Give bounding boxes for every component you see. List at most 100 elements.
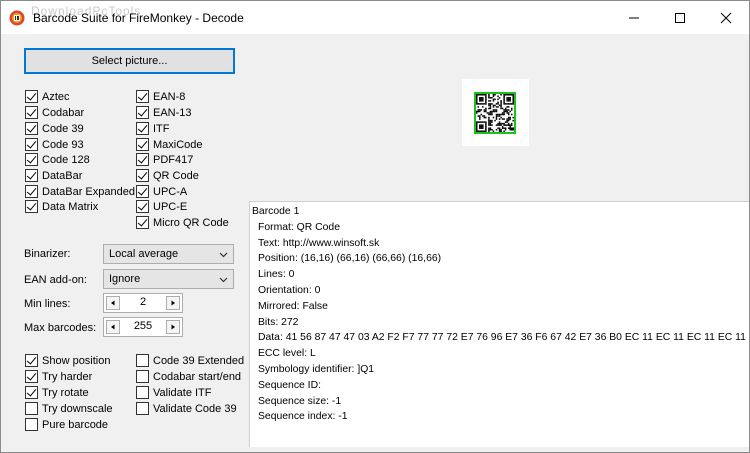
arrow-right-icon <box>171 300 175 306</box>
checkbox-box[interactable] <box>25 418 38 431</box>
checkbox-itf[interactable]: ITF <box>136 121 170 136</box>
app-window: DownloadPcTools Barcode Suite for FireMo… <box>0 0 750 453</box>
qr-module <box>510 122 513 125</box>
qr-module <box>500 106 502 108</box>
checkbox-codabar[interactable]: Codabar <box>25 105 84 120</box>
qr-module <box>498 127 501 129</box>
checkbox-box[interactable] <box>25 169 38 182</box>
checkbox-upc-a[interactable]: UPC-A <box>136 184 187 199</box>
checkbox-aztec[interactable]: Aztec <box>25 89 70 104</box>
checkbox-box[interactable] <box>25 370 38 383</box>
checkbox-box[interactable] <box>136 106 149 119</box>
max-barcodes-value[interactable]: 255 <box>120 320 166 332</box>
qr-module <box>480 100 483 102</box>
qr-module <box>498 104 501 107</box>
checkbox-box[interactable] <box>136 122 149 135</box>
minimize-button[interactable] <box>611 1 657 34</box>
decrement-button[interactable] <box>106 320 120 334</box>
qr-module <box>488 113 490 116</box>
checkbox-box[interactable] <box>136 402 149 415</box>
min-lines-value[interactable]: 2 <box>120 296 166 308</box>
checkbox-box[interactable] <box>136 153 149 166</box>
checkbox-box[interactable] <box>136 370 149 383</box>
qr-module <box>489 104 492 107</box>
qr-module <box>485 95 487 98</box>
maximize-button[interactable] <box>657 1 703 34</box>
checkbox-ean-8[interactable]: EAN-8 <box>136 89 185 104</box>
checkbox-pdf417[interactable]: PDF417 <box>136 152 193 167</box>
checkbox-validate-code-39[interactable]: Validate Code 39 <box>136 401 237 416</box>
checkbox-box[interactable] <box>136 216 149 229</box>
select-picture-button[interactable]: Select picture... <box>24 48 235 74</box>
checkbox-box[interactable] <box>25 138 38 151</box>
qr-module <box>495 128 498 131</box>
title-bar[interactable]: DownloadPcTools Barcode Suite for FireMo… <box>1 1 749 34</box>
decrement-button[interactable] <box>106 296 120 310</box>
checkbox-codabar-start-end[interactable]: Codabar start/end <box>136 369 241 384</box>
qr-module <box>476 121 478 123</box>
qr-module <box>507 109 510 111</box>
checkbox-try-downscale[interactable]: Try downscale <box>25 401 113 416</box>
qr-module <box>500 116 502 119</box>
ean-addon-select[interactable]: Ignore <box>103 269 234 289</box>
min-lines-stepper[interactable]: 2 <box>103 293 183 313</box>
chevron-down-icon <box>219 252 228 258</box>
checkbox-show-position[interactable]: Show position <box>25 353 111 368</box>
close-button[interactable] <box>703 1 749 34</box>
qr-module <box>507 116 510 119</box>
checkbox-box[interactable] <box>136 200 149 213</box>
checkbox-code-128[interactable]: Code 128 <box>25 152 90 167</box>
checkbox-databar[interactable]: DataBar <box>25 168 82 183</box>
checkbox-box[interactable] <box>136 386 149 399</box>
qr-module <box>503 103 505 105</box>
checkbox-box[interactable] <box>136 138 149 151</box>
min-lines-label: Min lines: <box>24 298 71 310</box>
qr-module <box>504 121 507 123</box>
checkbox-box[interactable] <box>25 354 38 367</box>
checkbox-box[interactable] <box>136 169 149 182</box>
max-barcodes-stepper[interactable]: 255 <box>103 317 183 337</box>
checkbox-box[interactable] <box>25 386 38 399</box>
increment-button[interactable] <box>166 296 180 310</box>
checkbox-code-39-extended[interactable]: Code 39 Extended <box>136 353 244 368</box>
checkbox-code-39[interactable]: Code 39 <box>25 121 84 136</box>
qr-module <box>501 112 504 114</box>
checkbox-validate-itf[interactable]: Validate ITF <box>136 385 212 400</box>
qr-module <box>498 113 501 116</box>
checkbox-box[interactable] <box>25 185 38 198</box>
qr-module <box>492 106 495 108</box>
qr-module <box>506 103 508 105</box>
checkbox-box[interactable] <box>136 185 149 198</box>
checkbox-databar-expanded[interactable]: DataBar Expanded <box>25 184 135 199</box>
qr-module <box>509 97 511 99</box>
results-text-area[interactable]: Barcode 1 Format: QR Code Text: http://ww… <box>249 201 749 447</box>
checkbox-box[interactable] <box>25 402 38 415</box>
checkbox-qr-code[interactable]: QR Code <box>136 168 199 183</box>
checkbox-upc-e[interactable]: UPC-E <box>136 199 187 214</box>
checkbox-micro-qr-code[interactable]: Micro QR Code <box>136 215 229 230</box>
checkbox-ean-13[interactable]: EAN-13 <box>136 105 192 120</box>
qr-module <box>504 103 507 105</box>
qr-module <box>498 121 501 123</box>
checkbox-box[interactable] <box>25 153 38 166</box>
checkbox-box[interactable] <box>136 90 149 103</box>
checkbox-try-rotate[interactable]: Try rotate <box>25 385 89 400</box>
checkbox-code-93[interactable]: Code 93 <box>25 137 84 152</box>
increment-button[interactable] <box>166 320 180 334</box>
qr-module <box>489 103 492 105</box>
qr-module <box>506 106 508 108</box>
qr-module <box>489 122 492 125</box>
checkbox-box[interactable] <box>25 200 38 213</box>
checkbox-box[interactable] <box>25 106 38 119</box>
binarizer-select[interactable]: Local average <box>103 244 234 264</box>
checkbox-box[interactable] <box>136 354 149 367</box>
checkbox-box[interactable] <box>25 90 38 103</box>
checkbox-try-harder[interactable]: Try harder <box>25 369 92 384</box>
qr-module <box>509 110 511 113</box>
checkbox-maxicode[interactable]: MaxiCode <box>136 137 203 152</box>
qr-module <box>506 119 508 122</box>
checkbox-box[interactable] <box>25 122 38 135</box>
checkbox-data-matrix[interactable]: Data Matrix <box>25 199 98 214</box>
qr-module <box>488 112 490 114</box>
checkbox-pure-barcode[interactable]: Pure barcode <box>25 417 108 432</box>
